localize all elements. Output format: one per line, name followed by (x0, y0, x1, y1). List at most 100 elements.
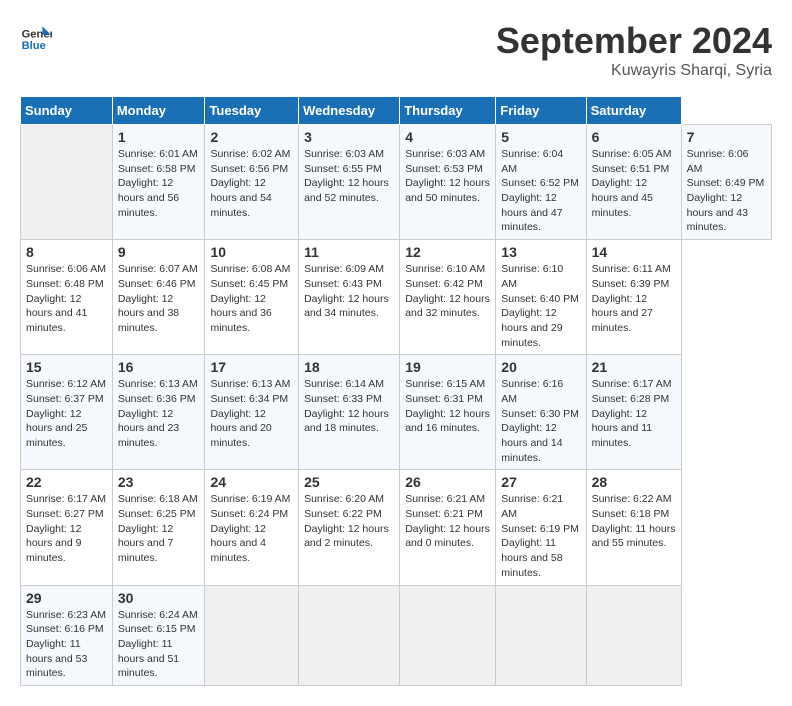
title-block: September 2024 Kuwayris Sharqi, Syria (496, 20, 772, 80)
day-number: 15 (26, 359, 107, 375)
day-info: Sunrise: 6:17 AM Sunset: 6:27 PM Dayligh… (26, 492, 107, 565)
day-number: 11 (304, 244, 394, 260)
calendar-cell: 12 Sunrise: 6:10 AM Sunset: 6:42 PM Dayl… (400, 240, 496, 355)
calendar-cell: 21 Sunrise: 6:17 AM Sunset: 6:28 PM Dayl… (586, 355, 681, 470)
week-row-3: 15 Sunrise: 6:12 AM Sunset: 6:37 PM Dayl… (21, 355, 772, 470)
column-header-wednesday: Wednesday (299, 97, 400, 125)
day-number: 26 (405, 474, 490, 490)
calendar-cell: 1 Sunrise: 6:01 AM Sunset: 6:58 PM Dayli… (112, 125, 205, 240)
calendar-cell (586, 585, 681, 685)
day-info: Sunrise: 6:24 AM Sunset: 6:15 PM Dayligh… (118, 608, 200, 681)
calendar-cell: 28 Sunrise: 6:22 AM Sunset: 6:18 PM Dayl… (586, 470, 681, 585)
day-number: 4 (405, 129, 490, 145)
day-number: 7 (687, 129, 766, 145)
calendar-cell (496, 585, 586, 685)
day-number: 2 (210, 129, 293, 145)
column-header-friday: Friday (496, 97, 586, 125)
day-info: Sunrise: 6:16 AM Sunset: 6:30 PM Dayligh… (501, 377, 580, 465)
calendar-cell (205, 585, 299, 685)
calendar-cell: 27 Sunrise: 6:21 AM Sunset: 6:19 PM Dayl… (496, 470, 586, 585)
day-number: 21 (592, 359, 676, 375)
calendar-cell: 16 Sunrise: 6:13 AM Sunset: 6:36 PM Dayl… (112, 355, 205, 470)
calendar-cell: 10 Sunrise: 6:08 AM Sunset: 6:45 PM Dayl… (205, 240, 299, 355)
column-header-sunday: Sunday (21, 97, 113, 125)
day-number: 3 (304, 129, 394, 145)
day-info: Sunrise: 6:09 AM Sunset: 6:43 PM Dayligh… (304, 262, 394, 321)
calendar-cell: 2 Sunrise: 6:02 AM Sunset: 6:56 PM Dayli… (205, 125, 299, 240)
day-info: Sunrise: 6:03 AM Sunset: 6:55 PM Dayligh… (304, 147, 394, 206)
calendar-cell: 18 Sunrise: 6:14 AM Sunset: 6:33 PM Dayl… (299, 355, 400, 470)
day-info: Sunrise: 6:08 AM Sunset: 6:45 PM Dayligh… (210, 262, 293, 335)
calendar-cell: 30 Sunrise: 6:24 AM Sunset: 6:15 PM Dayl… (112, 585, 205, 685)
day-info: Sunrise: 6:20 AM Sunset: 6:22 PM Dayligh… (304, 492, 394, 551)
day-number: 5 (501, 129, 580, 145)
header-row: SundayMondayTuesdayWednesdayThursdayFrid… (21, 97, 772, 125)
column-header-monday: Monday (112, 97, 205, 125)
day-number: 23 (118, 474, 200, 490)
calendar-cell: 19 Sunrise: 6:15 AM Sunset: 6:31 PM Dayl… (400, 355, 496, 470)
day-info: Sunrise: 6:22 AM Sunset: 6:18 PM Dayligh… (592, 492, 676, 551)
calendar-cell (21, 125, 113, 240)
calendar-cell: 29 Sunrise: 6:23 AM Sunset: 6:16 PM Dayl… (21, 585, 113, 685)
logo: General Blue (20, 20, 52, 52)
day-number: 8 (26, 244, 107, 260)
calendar-cell (299, 585, 400, 685)
calendar-cell: 9 Sunrise: 6:07 AM Sunset: 6:46 PM Dayli… (112, 240, 205, 355)
calendar-cell: 8 Sunrise: 6:06 AM Sunset: 6:48 PM Dayli… (21, 240, 113, 355)
day-info: Sunrise: 6:06 AM Sunset: 6:49 PM Dayligh… (687, 147, 766, 235)
day-info: Sunrise: 6:12 AM Sunset: 6:37 PM Dayligh… (26, 377, 107, 450)
day-info: Sunrise: 6:13 AM Sunset: 6:36 PM Dayligh… (118, 377, 200, 450)
svg-text:General: General (22, 29, 52, 41)
main-title: September 2024 (496, 20, 772, 62)
day-info: Sunrise: 6:14 AM Sunset: 6:33 PM Dayligh… (304, 377, 394, 436)
day-number: 24 (210, 474, 293, 490)
subtitle: Kuwayris Sharqi, Syria (496, 62, 772, 80)
day-number: 20 (501, 359, 580, 375)
day-info: Sunrise: 6:13 AM Sunset: 6:34 PM Dayligh… (210, 377, 293, 450)
logo-icon: General Blue (20, 20, 52, 52)
day-number: 25 (304, 474, 394, 490)
day-info: Sunrise: 6:17 AM Sunset: 6:28 PM Dayligh… (592, 377, 676, 450)
day-info: Sunrise: 6:05 AM Sunset: 6:51 PM Dayligh… (592, 147, 676, 220)
day-info: Sunrise: 6:10 AM Sunset: 6:42 PM Dayligh… (405, 262, 490, 321)
calendar-cell: 14 Sunrise: 6:11 AM Sunset: 6:39 PM Dayl… (586, 240, 681, 355)
day-number: 22 (26, 474, 107, 490)
column-header-tuesday: Tuesday (205, 97, 299, 125)
calendar-cell: 25 Sunrise: 6:20 AM Sunset: 6:22 PM Dayl… (299, 470, 400, 585)
day-info: Sunrise: 6:11 AM Sunset: 6:39 PM Dayligh… (592, 262, 676, 335)
day-number: 28 (592, 474, 676, 490)
calendar-cell: 22 Sunrise: 6:17 AM Sunset: 6:27 PM Dayl… (21, 470, 113, 585)
calendar-cell: 23 Sunrise: 6:18 AM Sunset: 6:25 PM Dayl… (112, 470, 205, 585)
day-number: 10 (210, 244, 293, 260)
calendar-cell: 11 Sunrise: 6:09 AM Sunset: 6:43 PM Dayl… (299, 240, 400, 355)
day-info: Sunrise: 6:04 AM Sunset: 6:52 PM Dayligh… (501, 147, 580, 235)
week-row-2: 8 Sunrise: 6:06 AM Sunset: 6:48 PM Dayli… (21, 240, 772, 355)
calendar-cell: 17 Sunrise: 6:13 AM Sunset: 6:34 PM Dayl… (205, 355, 299, 470)
week-row-5: 29 Sunrise: 6:23 AM Sunset: 6:16 PM Dayl… (21, 585, 772, 685)
day-number: 19 (405, 359, 490, 375)
day-info: Sunrise: 6:10 AM Sunset: 6:40 PM Dayligh… (501, 262, 580, 350)
day-number: 6 (592, 129, 676, 145)
page-header: General Blue September 2024 Kuwayris Sha… (20, 20, 772, 80)
calendar-cell: 4 Sunrise: 6:03 AM Sunset: 6:53 PM Dayli… (400, 125, 496, 240)
calendar-cell: 26 Sunrise: 6:21 AM Sunset: 6:21 PM Dayl… (400, 470, 496, 585)
svg-text:Blue: Blue (22, 40, 46, 52)
day-info: Sunrise: 6:06 AM Sunset: 6:48 PM Dayligh… (26, 262, 107, 335)
calendar-cell: 3 Sunrise: 6:03 AM Sunset: 6:55 PM Dayli… (299, 125, 400, 240)
week-row-4: 22 Sunrise: 6:17 AM Sunset: 6:27 PM Dayl… (21, 470, 772, 585)
day-number: 30 (118, 590, 200, 606)
calendar-table: SundayMondayTuesdayWednesdayThursdayFrid… (20, 96, 772, 686)
day-number: 17 (210, 359, 293, 375)
day-info: Sunrise: 6:19 AM Sunset: 6:24 PM Dayligh… (210, 492, 293, 565)
day-info: Sunrise: 6:15 AM Sunset: 6:31 PM Dayligh… (405, 377, 490, 436)
day-number: 12 (405, 244, 490, 260)
calendar-cell: 24 Sunrise: 6:19 AM Sunset: 6:24 PM Dayl… (205, 470, 299, 585)
day-info: Sunrise: 6:01 AM Sunset: 6:58 PM Dayligh… (118, 147, 200, 220)
day-info: Sunrise: 6:23 AM Sunset: 6:16 PM Dayligh… (26, 608, 107, 681)
day-number: 18 (304, 359, 394, 375)
calendar-cell: 6 Sunrise: 6:05 AM Sunset: 6:51 PM Dayli… (586, 125, 681, 240)
week-row-1: 1 Sunrise: 6:01 AM Sunset: 6:58 PM Dayli… (21, 125, 772, 240)
column-header-saturday: Saturday (586, 97, 681, 125)
calendar-cell: 20 Sunrise: 6:16 AM Sunset: 6:30 PM Dayl… (496, 355, 586, 470)
column-header-thursday: Thursday (400, 97, 496, 125)
